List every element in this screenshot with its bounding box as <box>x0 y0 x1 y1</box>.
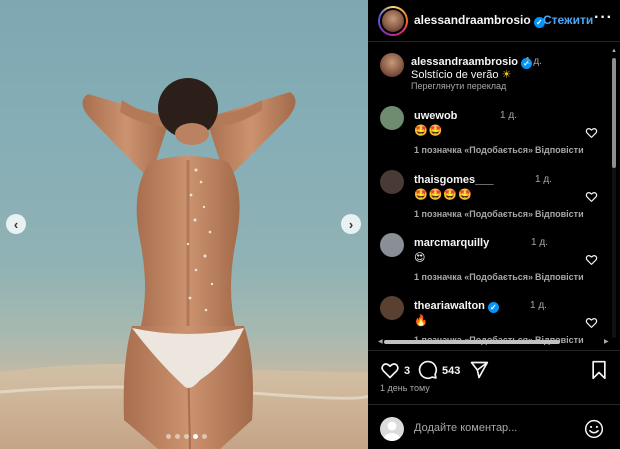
comment-likes[interactable]: 1 позначка «Подобається» <box>414 145 533 155</box>
carousel-dot <box>184 434 189 439</box>
commenter-avatar[interactable] <box>380 170 404 194</box>
comment-composer <box>368 404 620 449</box>
reply-button[interactable]: Відповісти <box>535 209 584 219</box>
add-comment-input[interactable] <box>414 419 574 437</box>
comment-like-heart-icon[interactable] <box>585 126 598 139</box>
more-options-icon[interactable]: ··· <box>594 9 613 27</box>
comments-count[interactable]: 543 <box>442 365 460 377</box>
carousel-dot <box>166 434 171 439</box>
like-heart-icon[interactable] <box>380 360 400 380</box>
likes-count[interactable]: 3 <box>404 365 410 377</box>
carousel-prev-button[interactable]: ‹ <box>6 214 26 234</box>
comment-likes[interactable]: 1 позначка «Подобається» <box>414 272 533 282</box>
comment-like-heart-icon[interactable] <box>585 190 598 203</box>
commenter-username[interactable]: marcmarquilly <box>414 237 489 249</box>
caption-avatar[interactable] <box>380 53 404 77</box>
reply-button[interactable]: Відповісти <box>535 145 584 155</box>
comment-icon[interactable] <box>418 360 438 380</box>
carousel-dot <box>175 434 180 439</box>
carousel-next-button[interactable]: › <box>341 214 361 234</box>
comment-row: thaisgomes___ 1 д. 🤩🤩🤩🤩 1 позначка «Подобає… <box>368 170 608 230</box>
post-header: alessandraambrosio ✓ Стежити ··· <box>368 0 620 42</box>
current-user-avatar[interactable] <box>380 417 404 441</box>
comment-row: uwewob 1 д. 🤩🤩 1 позначка «Подобається» Відп… <box>368 106 608 166</box>
comment-timestamp: 1 д. <box>535 174 552 185</box>
comment-like-heart-icon[interactable] <box>585 316 598 329</box>
commenter-username[interactable]: thaisgomes___ <box>414 174 493 186</box>
comment-like-heart-icon[interactable] <box>585 253 598 266</box>
comment-timestamp: 1 д. <box>500 110 517 121</box>
scroll-left-icon[interactable]: ◀ <box>378 338 383 345</box>
carousel-dot-active <box>193 434 198 439</box>
caption-timestamp: 1 д. <box>525 56 542 67</box>
share-icon[interactable] <box>469 360 489 380</box>
horizontal-scrollbar[interactable]: ◀ ▶ <box>378 339 610 345</box>
post-media: ‹ › <box>0 0 368 449</box>
comment-row: theariawalton✓1 д.🔥1 позначка «Подобаєть… <box>368 296 608 356</box>
reply-button[interactable]: Відповісти <box>535 272 584 282</box>
sun-emoji: ☀ <box>501 68 512 81</box>
comments-scrollbar[interactable]: ▲ <box>611 48 617 338</box>
commenter-username[interactable]: uwewob <box>414 110 457 122</box>
carousel-indicator <box>166 434 207 439</box>
scrollbar-thumb[interactable] <box>384 340 560 344</box>
comment-text: 🔥 <box>414 314 429 327</box>
comment-text: 😍 <box>414 251 427 264</box>
scroll-up-icon[interactable]: ▲ <box>611 48 617 54</box>
post-timestamp: 1 день тому <box>380 383 430 393</box>
comment-timestamp: 1 д. <box>530 300 547 311</box>
verified-badge-icon: ✓ <box>487 302 499 313</box>
see-translation-link[interactable]: Переглянути переклад <box>411 81 506 91</box>
author-username[interactable]: alessandraambrosio ✓ <box>414 13 545 28</box>
post-side-panel: alessandraambrosio ✓ Стежити ··· alessand… <box>368 0 620 449</box>
scrollbar-thumb[interactable] <box>612 58 616 168</box>
comment-row: marcmarquilly 1 д. 😍 1 позначка «Подобаєтьс… <box>368 233 608 293</box>
save-bookmark-icon[interactable] <box>590 360 608 380</box>
post-photo <box>0 78 368 449</box>
caption-text: Solstício de verão ☀ <box>411 68 512 81</box>
carousel-dot <box>202 434 207 439</box>
commenter-username[interactable]: theariawalton ✓ <box>414 300 499 313</box>
commenter-avatar[interactable] <box>380 296 404 320</box>
comment-text: 🤩🤩🤩🤩 <box>414 188 473 201</box>
comment-likes[interactable]: 1 позначка «Подобається» <box>414 209 533 219</box>
follow-button[interactable]: Стежити <box>543 13 593 27</box>
comment-timestamp: 1 д. <box>531 237 548 248</box>
emoji-picker-icon[interactable] <box>584 419 604 439</box>
commenter-avatar[interactable] <box>380 233 404 257</box>
author-avatar[interactable] <box>378 6 408 36</box>
commenter-avatar[interactable] <box>380 106 404 130</box>
scroll-right-icon[interactable]: ▶ <box>604 338 609 345</box>
comment-text: 🤩🤩 <box>414 124 444 137</box>
